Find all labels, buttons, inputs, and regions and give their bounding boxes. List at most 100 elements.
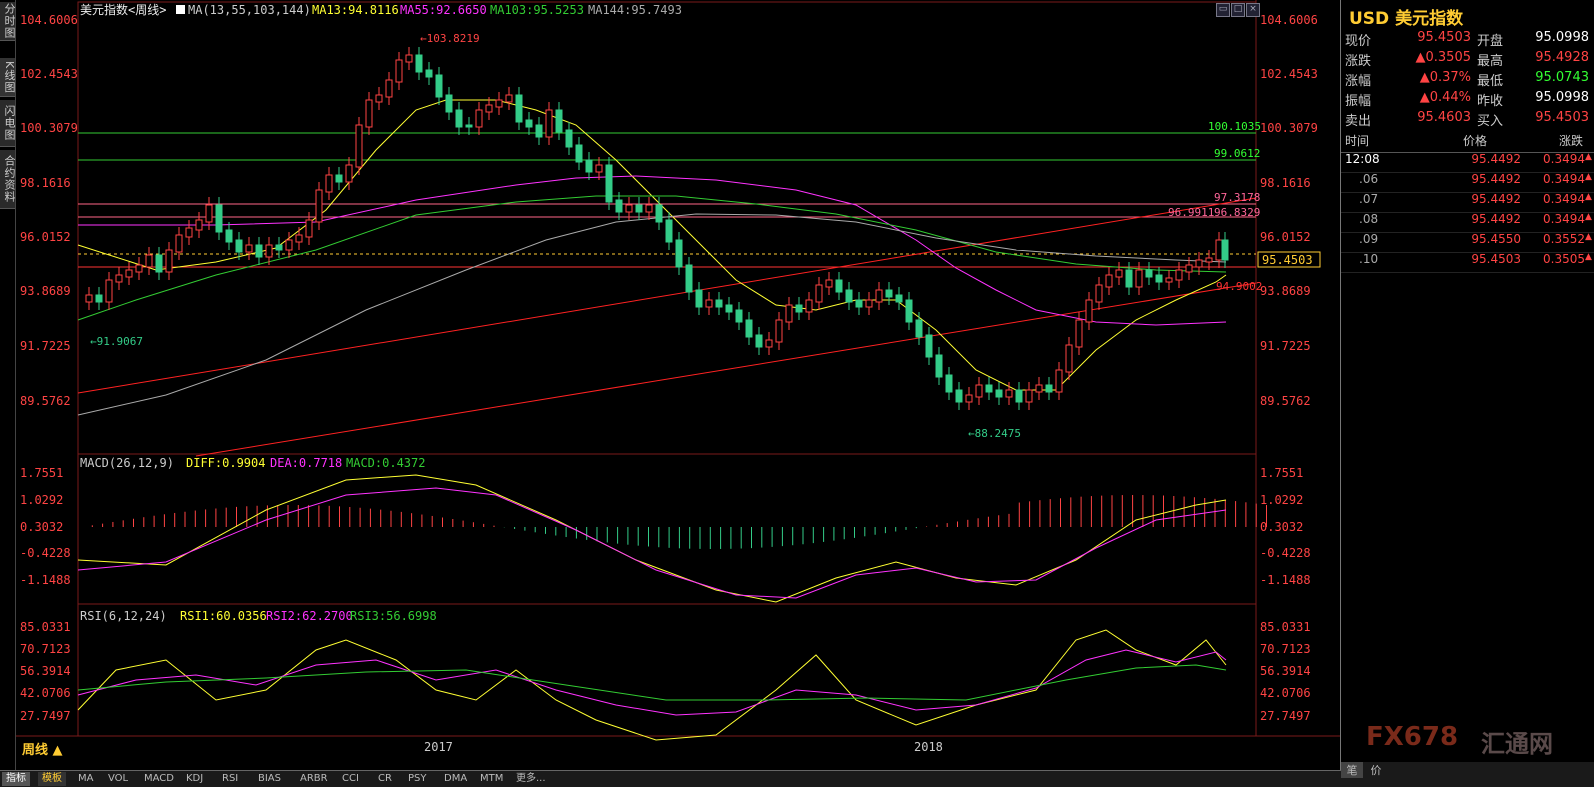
rsi-tick-label-left: 70.7123 <box>20 642 71 656</box>
candle-body <box>115 274 123 283</box>
macd-tick-label-left: -0.4228 <box>20 546 71 560</box>
chart-labels: 104.6006 104.6006 102.4543 102.4543 100.3079… <box>20 2 1321 758</box>
candle-body <box>1055 369 1063 393</box>
candle-body <box>875 289 883 303</box>
indicator-tab-8[interactable]: ARBR <box>296 772 332 786</box>
candle-body <box>815 284 823 303</box>
candle-body <box>705 299 713 308</box>
annot-96-99: 96.9911 <box>1168 206 1214 219</box>
candle-body <box>765 339 773 348</box>
candle-body <box>465 124 473 128</box>
tick-change: 0.3552 <box>1543 232 1585 246</box>
quote-panel: USD 美元指数 现价 95.4503 开盘 95.0998 涨跌 ▲0.3505 最高 95… <box>1340 0 1594 778</box>
candle-body <box>145 254 153 268</box>
candle-body <box>945 374 953 393</box>
macdval-legend: MACD:0.4372 <box>346 456 425 470</box>
quote-value: ▲0.37% <box>1419 70 1471 85</box>
indicator-tab-9[interactable]: CCI <box>338 772 363 786</box>
quote-value2: 95.4928 <box>1535 50 1589 65</box>
candle-body <box>745 319 753 338</box>
indicator-tab-6[interactable]: RSI <box>218 772 242 786</box>
tab-contract-info[interactable]: 合约资料 <box>0 150 16 209</box>
candle-body <box>555 109 563 133</box>
candle-body <box>1095 284 1103 303</box>
ticks-header-price: 价格 <box>1463 134 1488 148</box>
indicator-tab-3[interactable]: VOL <box>104 772 132 786</box>
quote-label: 涨跌 <box>1345 54 1372 69</box>
candle-body <box>1105 274 1113 288</box>
ticks-header-change: 涨跌 <box>1559 134 1584 148</box>
candle-body <box>1065 344 1073 373</box>
rsi1-legend: RSI1:60.0356 <box>180 609 267 623</box>
indicator-tab-13[interactable]: MTM <box>476 772 507 786</box>
up-arrow-icon: ▲ <box>1585 192 1592 202</box>
macd-tick-label: -0.4228 <box>1260 546 1311 560</box>
price-tick-label-left: 100.3079 <box>20 121 78 135</box>
rsi1-line <box>77 629 1227 741</box>
indicator-tab-7[interactable]: BIAS <box>254 772 285 786</box>
tab-trades[interactable]: 笔 <box>1341 762 1363 778</box>
up-arrow-icon: ▲ <box>1419 70 1430 85</box>
rsi-tick-label-left: 85.0331 <box>20 620 71 634</box>
tick-change: 0.3494 <box>1543 192 1585 206</box>
tab-prices[interactable]: 价 <box>1365 762 1387 778</box>
price-tick-label-left: 98.1616 <box>20 176 71 190</box>
window-restore-icon[interactable]: ▭ <box>1216 3 1230 17</box>
macd-tick-label: -1.1488 <box>1260 573 1311 587</box>
quote-label: 振幅 <box>1345 94 1372 109</box>
candle-body <box>165 249 173 273</box>
quote-label2: 开盘 <box>1477 34 1504 49</box>
indicator-tab-0[interactable]: 指标 <box>2 772 30 786</box>
window-close-icon[interactable]: × <box>1246 3 1260 17</box>
candle-body <box>265 244 273 258</box>
period-label: 周线 ▲ <box>22 742 63 758</box>
indicator-tab-1[interactable]: 模板 <box>38 772 66 786</box>
indicator-tab-10[interactable]: CR <box>374 772 396 786</box>
candle-body <box>1085 299 1093 323</box>
macd-tick-label-left: -1.1488 <box>20 573 71 587</box>
candle-body <box>1005 389 1013 398</box>
tab-kline[interactable]: K线图 <box>0 58 16 97</box>
tick-change: 0.3494 <box>1543 212 1585 226</box>
candle-body <box>475 109 483 128</box>
candle-body <box>585 159 593 173</box>
candle-body <box>405 54 413 63</box>
macd-tick-label: 1.7551 <box>1260 466 1303 480</box>
candle-body <box>385 79 393 98</box>
indicator-tab-12[interactable]: DMA <box>440 772 471 786</box>
candle-body <box>1175 269 1183 281</box>
quote-label2: 最低 <box>1477 74 1504 89</box>
candle-body <box>785 304 793 323</box>
tick-change: 0.3494 <box>1543 152 1585 166</box>
candle-body <box>1215 239 1223 261</box>
tab-flash-chart[interactable]: 闪电图 <box>0 100 16 147</box>
candle-body <box>625 204 633 213</box>
indicator-tab-5[interactable]: KDJ <box>182 772 207 786</box>
candle-body <box>675 239 683 268</box>
tick-row: .09 95.4550 0.3552 ▲ <box>1341 232 1594 253</box>
rsi-tick-label: 56.3914 <box>1260 664 1311 678</box>
annot-96-83: 96.8329 <box>1214 206 1260 219</box>
candle-body <box>1155 274 1163 283</box>
tick-row: .08 95.4492 0.3494 ▲ <box>1341 212 1594 233</box>
quote-value: ▲0.3505 <box>1415 50 1472 65</box>
panel-bottom-tabs: 笔 价 <box>1341 762 1594 778</box>
window-maximize-icon[interactable]: □ <box>1231 3 1245 17</box>
rsi-tick-label: 42.0706 <box>1260 686 1311 700</box>
indicator-tab-14[interactable]: 更多... <box>512 772 550 786</box>
candle-body <box>1015 389 1023 403</box>
tick-time: .07 <box>1359 192 1379 206</box>
price-tick-label: 100.3079 <box>1260 121 1318 135</box>
ma-legend-box <box>176 5 185 14</box>
candle-body <box>205 204 213 223</box>
candle-body <box>1135 269 1143 288</box>
kline-chart[interactable]: 104.6006 104.6006 102.4543 102.4543 100.3079… <box>16 0 1340 770</box>
indicator-tab-4[interactable]: MACD <box>140 772 178 786</box>
quote-value2: 95.0998 <box>1535 30 1589 45</box>
indicator-tab-11[interactable]: PSY <box>404 772 431 786</box>
candle-body <box>1045 384 1053 393</box>
indicator-tab-2[interactable]: MA <box>74 772 97 786</box>
tab-timeshare[interactable]: 分时图 <box>0 2 16 41</box>
rsi-tick-label-left: 42.0706 <box>20 686 71 700</box>
candle-body <box>85 294 93 303</box>
